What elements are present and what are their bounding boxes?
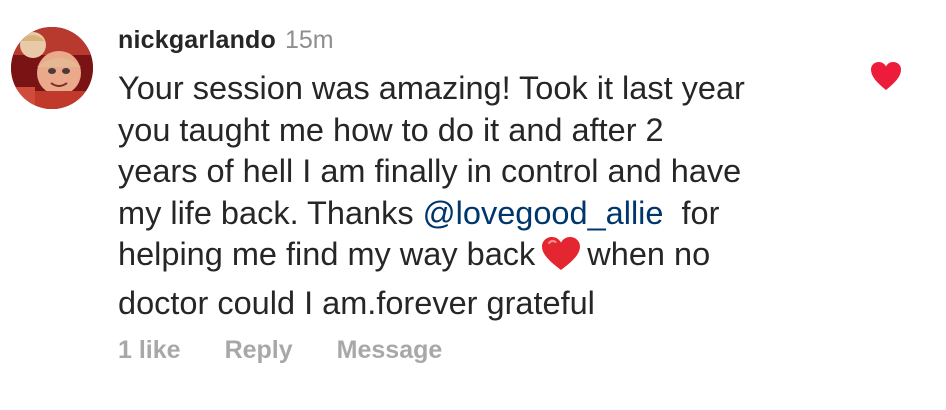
comment-text: Your session was amazing! Took it last y… xyxy=(118,68,838,324)
heart-filled-icon xyxy=(871,62,901,90)
comment-line-3: years of hell I am finally in control an… xyxy=(118,153,742,189)
username-link[interactable]: nickgarlando xyxy=(118,26,276,55)
red-heart-emoji-icon xyxy=(541,236,581,283)
timestamp: 15m xyxy=(285,26,334,54)
avatar[interactable] xyxy=(11,27,93,109)
comment-actions: 1 like Reply Message xyxy=(118,336,486,365)
message-button[interactable]: Message xyxy=(337,336,443,365)
likes-count-link[interactable]: 1 like xyxy=(118,336,181,365)
comment-line-1: Your session was amazing! Took it last y… xyxy=(118,70,745,106)
comment-line-5-post: when no xyxy=(587,236,711,272)
reply-button[interactable]: Reply xyxy=(225,336,293,365)
comment-line-2: you taught me how to do it and after 2 xyxy=(118,111,664,148)
like-button[interactable] xyxy=(869,60,903,92)
comment-line-4-pre: my life back. Thanks xyxy=(118,194,423,231)
avatar-photo xyxy=(11,27,93,109)
mention-link[interactable]: @lovegood_allie xyxy=(423,195,664,231)
comment-line-5-pre: helping me find my way back xyxy=(118,236,536,272)
comment-line-4-post: for xyxy=(663,194,720,231)
comment-body: nickgarlando 15m Your session was amazin… xyxy=(118,26,838,324)
comment-line-6: doctor could I am.forever grateful xyxy=(118,284,595,321)
comment-item: nickgarlando 15m Your session was amazin… xyxy=(0,0,946,410)
comment-header: nickgarlando 15m xyxy=(118,26,838,66)
